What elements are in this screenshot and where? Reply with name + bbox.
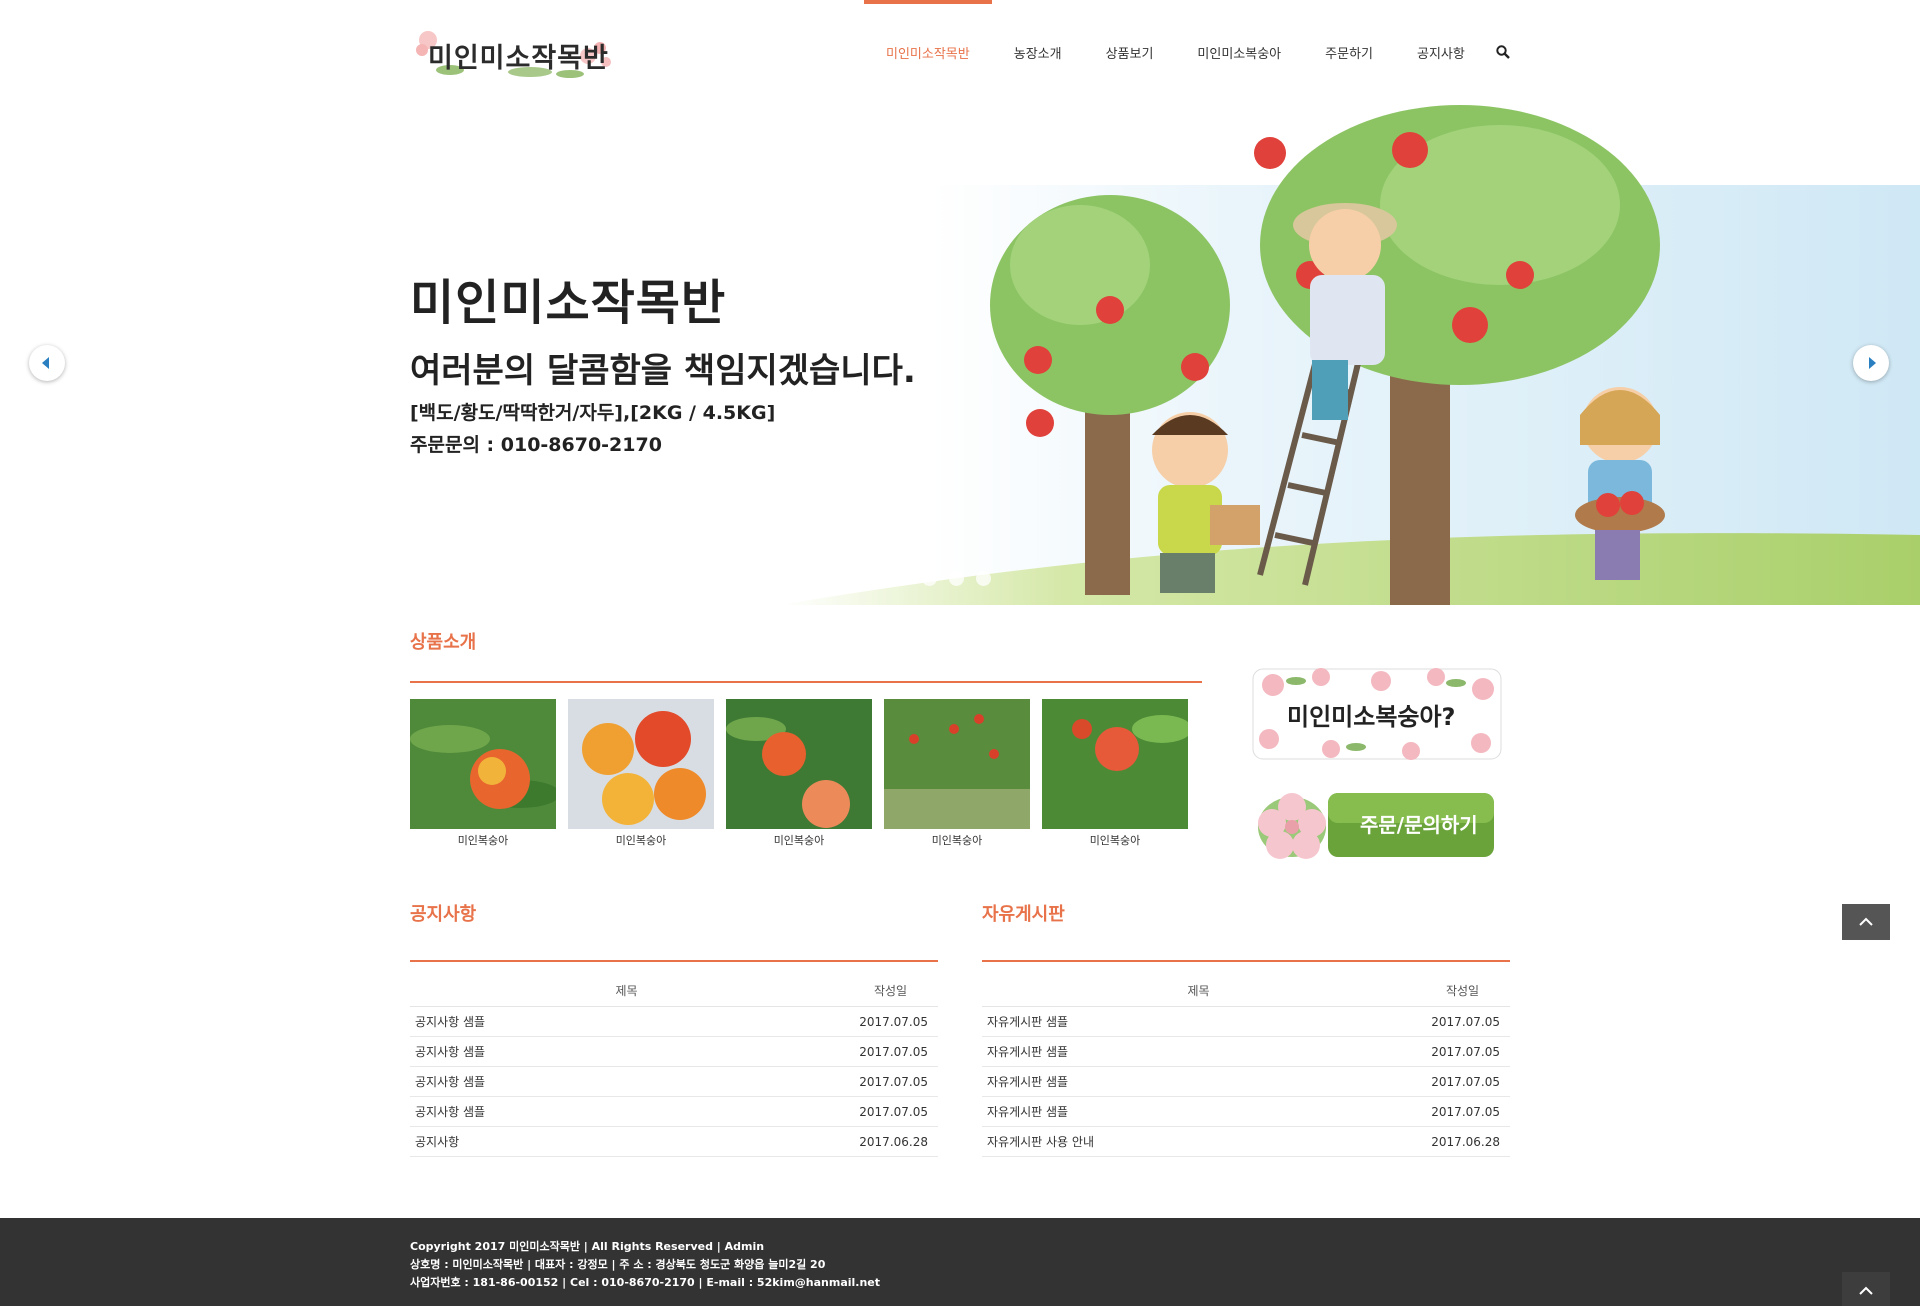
post-date: 2017.07.05	[859, 1104, 928, 1119]
hero-slider: 미인미소작목반 여러분의 달콤함을 책임지겠습니다. [백도/황도/딱딱한거/자…	[0, 105, 1920, 605]
table-row[interactable]: 자유게시판 샘플 2017.07.05	[982, 1097, 1510, 1127]
post-date: 2017.07.05	[1431, 1104, 1500, 1119]
post-title[interactable]: 자유게시판 사용 안내	[982, 1133, 1415, 1150]
peach-photo	[410, 699, 556, 829]
post-title[interactable]: 공지사항 샘플	[410, 1073, 843, 1090]
free-board-table: 제목 작성일 자유게시판 샘플 2017.07.05 자유게시판 샘플 2017…	[982, 975, 1510, 1157]
peach-photo	[726, 699, 872, 829]
orchard-illustration	[780, 105, 1920, 605]
footer-contact-info: 사업자번호 : 181-86-00152 | Cel : 010-8670-21…	[410, 1276, 881, 1289]
nav-item-products[interactable]: 상품보기	[1084, 0, 1176, 105]
post-date: 2017.07.05	[1431, 1044, 1500, 1059]
site-header: 미인미소작목반 미인미소작목반 농장소개 상품보기 미인미소복숭아 주문하기 공…	[0, 0, 1920, 105]
slider-dot[interactable]	[976, 571, 991, 586]
slider-prev-button[interactable]	[29, 345, 65, 381]
order-inquiry-banner[interactable]: 주문/문의하기	[1248, 765, 1496, 875]
table-header: 제목 작성일	[982, 975, 1510, 1007]
about-peach-label: 미인미소복숭아?	[1287, 703, 1456, 731]
product-card[interactable]: 미인복숭아	[1042, 699, 1188, 848]
nav-item-order[interactable]: 주문하기	[1303, 0, 1395, 105]
post-title[interactable]: 공지사항 샘플	[410, 1103, 843, 1120]
table-row[interactable]: 자유게시판 샘플 2017.07.05	[982, 1067, 1510, 1097]
table-row[interactable]: 자유게시판 사용 안내 2017.06.28	[982, 1127, 1510, 1157]
product-caption: 미인복숭아	[773, 834, 825, 847]
notice-divider	[410, 960, 938, 962]
post-date: 2017.07.05	[859, 1014, 928, 1029]
orchard-photo	[884, 699, 1030, 829]
product-card[interactable]: 미인복숭아	[410, 699, 556, 848]
post-title[interactable]: 공지사항	[410, 1133, 843, 1150]
notice-table: 제목 작성일 공지사항 샘플 2017.07.05 공지사항 샘플 2017.0…	[410, 975, 938, 1157]
table-row[interactable]: 공지사항 샘플 2017.07.05	[410, 1067, 938, 1097]
post-date: 2017.06.28	[1431, 1134, 1500, 1149]
post-date: 2017.06.28	[859, 1134, 928, 1149]
slider-dot[interactable]	[949, 571, 964, 586]
product-card[interactable]: 미인복숭아	[884, 699, 1030, 848]
products-divider	[410, 681, 1202, 683]
slider-next-button[interactable]	[1853, 345, 1889, 381]
product-caption: 미인복숭아	[931, 834, 983, 847]
free-board-section-title: 자유게시판	[982, 904, 1065, 925]
post-date: 2017.07.05	[859, 1074, 928, 1089]
peach-photo	[568, 699, 714, 829]
product-card[interactable]: 미인복숭아	[568, 699, 714, 848]
table-row[interactable]: 공지사항 샘플 2017.07.05	[410, 1007, 938, 1037]
chevron-left-icon	[42, 357, 49, 369]
post-title[interactable]: 자유게시판 샘플	[982, 1013, 1415, 1030]
logo-text: 미인미소작목반	[428, 43, 609, 74]
column-title-header: 제목	[1187, 984, 1210, 998]
notice-section-title: 공지사항	[410, 904, 477, 925]
products-section-title: 상품소개	[410, 632, 477, 653]
product-card[interactable]: 미인복숭아	[726, 699, 872, 848]
chevron-right-icon	[1869, 357, 1876, 369]
chevron-up-icon	[1859, 917, 1873, 926]
site-logo[interactable]: 미인미소작목반	[410, 26, 620, 80]
table-row[interactable]: 자유게시판 샘플 2017.07.05	[982, 1007, 1510, 1037]
footer-scroll-top-button[interactable]	[1842, 1272, 1890, 1306]
hero-subtitle: 여러분의 달콤함을 책임지겠습니다.	[410, 351, 916, 391]
post-date: 2017.07.05	[859, 1044, 928, 1059]
about-peach-banner[interactable]: 미인미소복숭아?	[1251, 667, 1503, 761]
post-title[interactable]: 자유게시판 샘플	[982, 1043, 1415, 1060]
free-board-divider	[982, 960, 1510, 962]
column-date-header: 작성일	[873, 984, 908, 998]
post-title[interactable]: 공지사항 샘플	[410, 1013, 843, 1030]
product-caption: 미인복숭아	[615, 834, 667, 847]
table-row[interactable]: 공지사항 샘플 2017.07.05	[410, 1037, 938, 1067]
search-icon[interactable]	[1496, 45, 1510, 59]
footer-copyright: Copyright 2017 미인미소작목반 | All Rights Rese…	[410, 1240, 765, 1253]
hero-product-list: [백도/황도/딱딱한거/자두],[2KG / 4.5KG]	[410, 402, 776, 424]
scroll-top-button[interactable]	[1842, 904, 1890, 940]
footer-business-info: 상호명 : 미인미소작목반 | 대표자 : 강정모 | 주 소 : 경상북도 청…	[410, 1258, 826, 1271]
order-inquiry-label: 주문/문의하기	[1360, 813, 1478, 837]
hero-title: 미인미소작목반	[410, 275, 727, 331]
post-date: 2017.07.05	[1431, 1074, 1500, 1089]
peach-photo	[1042, 699, 1188, 829]
product-caption: 미인복숭아	[457, 834, 509, 847]
slider-pagination	[922, 571, 991, 586]
table-row[interactable]: 자유게시판 샘플 2017.07.05	[982, 1037, 1510, 1067]
post-title[interactable]: 자유게시판 샘플	[982, 1103, 1415, 1120]
site-footer: Copyright 2017 미인미소작목반 | All Rights Rese…	[0, 1218, 1920, 1306]
slider-dot[interactable]	[922, 571, 937, 586]
table-header: 제목 작성일	[410, 975, 938, 1007]
post-title[interactable]: 자유게시판 샘플	[982, 1073, 1415, 1090]
column-title-header: 제목	[615, 984, 638, 998]
post-title[interactable]: 공지사항 샘플	[410, 1043, 843, 1060]
chevron-up-icon	[1859, 1286, 1873, 1295]
main-nav: 미인미소작목반 농장소개 상품보기 미인미소복숭아 주문하기 공지사항	[864, 0, 1487, 105]
product-caption: 미인복숭아	[1089, 834, 1141, 847]
hero-contact: 주문문의 : 010-8670-2170	[410, 434, 662, 456]
nav-item-peach[interactable]: 미인미소복숭아	[1175, 0, 1303, 105]
table-row[interactable]: 공지사항 2017.06.28	[410, 1127, 938, 1157]
nav-item-notice[interactable]: 공지사항	[1395, 0, 1487, 105]
post-date: 2017.07.05	[1431, 1014, 1500, 1029]
nav-item-intro-group[interactable]: 미인미소작목반	[864, 0, 992, 105]
nav-item-farm-intro[interactable]: 농장소개	[992, 0, 1084, 105]
table-row[interactable]: 공지사항 샘플 2017.07.05	[410, 1097, 938, 1127]
column-date-header: 작성일	[1445, 984, 1480, 998]
